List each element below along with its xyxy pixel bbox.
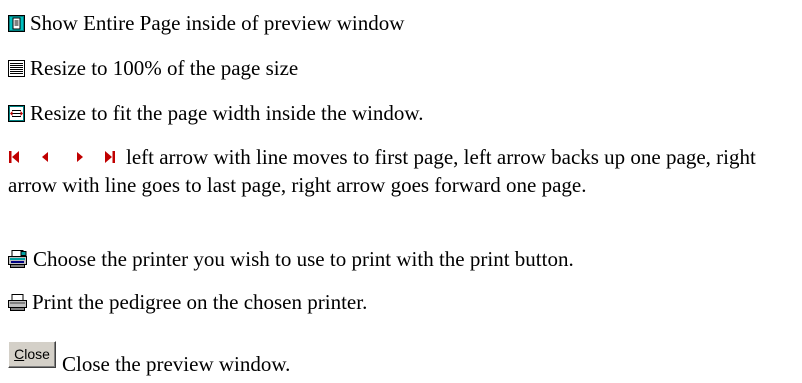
close-button[interactable]: Close [8, 341, 56, 368]
close-button-accelerator: C [14, 346, 25, 362]
navigation-icons [8, 149, 118, 165]
close-text: Close the preview window. [62, 352, 291, 376]
page-width-row: Resize to fit the page width inside the … [8, 101, 423, 125]
print-text: Print the pedigree on the chosen printer… [32, 290, 368, 314]
close-button-label: lose [24, 346, 50, 362]
page-width-text: Resize to fit the page width inside the … [30, 101, 424, 125]
entire-page-row: Show Entire Page inside of preview windo… [8, 11, 404, 35]
print-row: Print the pedigree on the chosen printer… [8, 290, 367, 314]
first-page-icon [9, 151, 19, 163]
prior-page-icon [42, 152, 48, 162]
navigation-text: left arrow with line moves to first page… [8, 145, 756, 197]
close-row: Close the preview window. [62, 352, 290, 376]
printer-icon [8, 294, 27, 311]
printer-setup-row: Choose the printer you wish to use to pr… [8, 247, 574, 271]
page-width-icon [8, 105, 25, 122]
full-size-row: Resize to 100% of the page size [8, 56, 298, 80]
printer-setup-icon [8, 250, 28, 268]
printer-setup-text: Choose the printer you wish to use to pr… [33, 247, 574, 271]
last-page-icon [105, 151, 115, 163]
page-100-icon [8, 60, 25, 77]
navigation-paragraph: left arrow with line moves to first page… [8, 143, 798, 199]
full-size-text: Resize to 100% of the page size [30, 56, 299, 80]
next-page-icon [77, 152, 83, 162]
whole-page-icon [8, 15, 25, 32]
entire-page-text: Show Entire Page inside of preview windo… [30, 11, 405, 35]
